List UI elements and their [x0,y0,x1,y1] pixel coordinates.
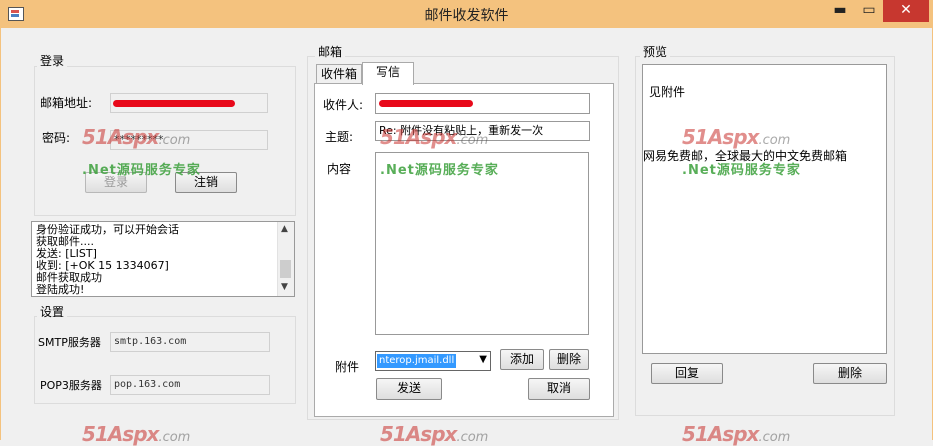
mailbox-group-label: 邮箱 [315,43,346,60]
subject-label: 主题: [325,130,354,144]
delete-attachment-button[interactable]: 删除 [549,349,589,370]
preview-textarea[interactable] [642,64,887,354]
minimize-button[interactable]: ▬ [825,0,855,22]
scroll-thumb[interactable] [280,260,291,278]
reply-button[interactable]: 回复 [651,363,723,384]
attachment-select[interactable]: nterop.jmail.dll ▼ [375,351,491,371]
watermark-domain: .com [758,133,791,148]
watermark-brand: 51Aspx [82,125,159,149]
delete-mail-button[interactable]: 删除 [813,363,887,384]
watermark-slogan: .Net源码服务专家 [380,163,499,178]
watermark-slogan: .Net源码服务专家 [82,163,201,178]
email-label: 邮箱地址: [40,96,93,110]
log-scrollbar[interactable]: ▲ ▼ [277,222,294,296]
content-textarea[interactable] [375,152,589,335]
watermark-slogan: .Net源码服务专家 [682,163,801,178]
preview-group-label: 预览 [640,43,671,60]
close-button[interactable]: ✕ [883,0,929,22]
watermark-brand: 51Aspx [380,125,457,149]
log-text: 身份验证成功，可以开始会话 获取邮件.... 发送: [LIST] 收到: [+… [36,224,179,296]
watermark-domain: .com [158,133,191,148]
preview-line-1: 见附件 [649,85,686,99]
attachment-value: nterop.jmail.dll [377,354,457,368]
pop3-field[interactable]: pop.163.com [110,375,270,395]
pop3-label: POP3服务器 [40,379,102,392]
watermark-brand: 51Aspx [682,422,759,446]
attachment-label: 附件 [335,360,360,374]
email-field[interactable] [110,93,268,113]
watermark-domain: .com [456,133,489,148]
password-label: 密码: [42,131,71,145]
send-button[interactable]: 发送 [376,378,442,400]
watermark-brand: 51Aspx [380,422,457,446]
log-textarea[interactable]: 身份验证成功，可以开始会话 获取邮件.... 发送: [LIST] 收到: [+… [31,221,295,297]
watermark-brand: 51Aspx [82,422,159,446]
watermark-domain: .com [758,430,791,445]
tab-compose[interactable]: 写信 [362,62,414,85]
content-label: 内容 [327,162,352,176]
chevron-down-icon[interactable]: ▼ [479,354,487,365]
watermark-logo: 51Aspx.com [380,422,488,446]
redaction-mark [379,100,473,107]
window-title: 邮件收发软件 [424,8,509,24]
redaction-mark [113,100,235,107]
maximize-button[interactable]: ▭ [855,0,883,22]
cancel-button[interactable]: 取消 [528,378,590,400]
recipient-label: 收件人: [323,98,364,112]
watermark-brand: 51Aspx [682,125,759,149]
watermark-logo: 51Aspx.com [380,125,488,149]
settings-group-label: 设置 [37,303,68,320]
login-group-label: 登录 [37,52,68,69]
watermark-domain: .com [456,430,489,445]
smtp-label: SMTP服务器 [38,336,101,349]
watermark-logo: 51Aspx.com [682,125,790,149]
recipient-input[interactable] [375,93,590,114]
smtp-field[interactable]: smtp.163.com [110,332,270,352]
tab-inbox[interactable]: 收件箱 [316,64,362,84]
watermark-logo: 51Aspx.com [682,422,790,446]
watermark-logo: 51Aspx.com [82,125,190,149]
scroll-down-icon[interactable]: ▼ [281,282,288,292]
watermark-logo: 51Aspx.com [82,422,190,446]
scroll-up-icon[interactable]: ▲ [281,224,288,234]
add-attachment-button[interactable]: 添加 [500,349,544,370]
watermark-domain: .com [158,430,191,445]
